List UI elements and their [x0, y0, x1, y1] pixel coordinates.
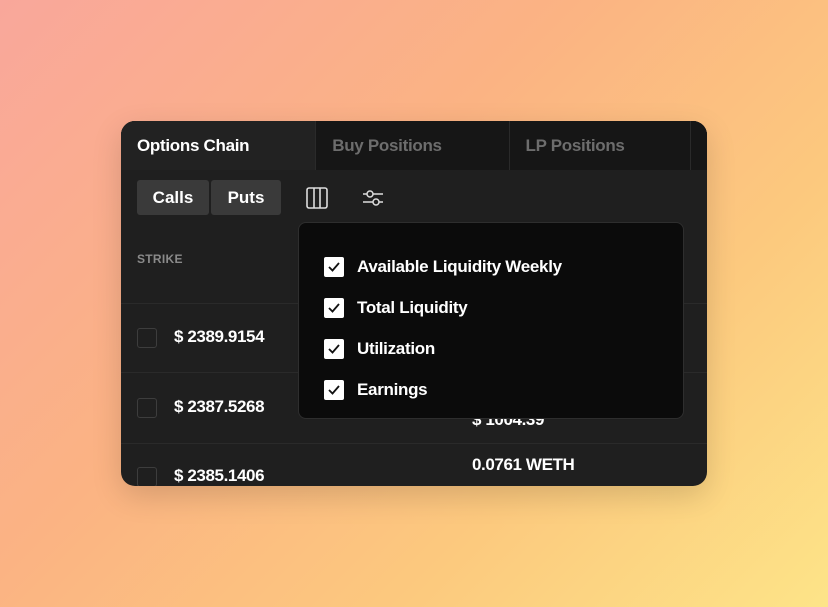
checkbox-checked-icon[interactable]: [324, 379, 344, 400]
row-value: 0.0761 WETH: [472, 455, 575, 474]
tab-lp-positions[interactable]: LP Positions: [508, 121, 690, 170]
menu-item-label: Earnings: [357, 379, 428, 399]
checkbox-checked-icon[interactable]: [324, 338, 344, 359]
sliders-icon[interactable]: [361, 186, 385, 210]
tab-options-chain[interactable]: Options Chain: [121, 121, 316, 170]
checkbox-checked-icon[interactable]: [324, 256, 344, 277]
strike-price: $ 2389.9154: [174, 327, 265, 346]
menu-item-total-liquidity[interactable]: Total Liquidity: [299, 287, 683, 328]
strike-price: $ 2387.5268: [174, 397, 265, 416]
checkbox-checked-icon[interactable]: [324, 297, 344, 318]
column-visibility-dropdown: Available Liquidity Weekly Total Liquidi…: [298, 222, 684, 419]
strike-price: $ 2385.1406: [174, 466, 265, 485]
options-panel: Options Chain Buy Positions LP Positions…: [121, 121, 707, 486]
strike-column-header: STRIKE: [137, 252, 183, 266]
calls-button[interactable]: Calls: [137, 180, 209, 215]
menu-item-earnings[interactable]: Earnings: [299, 369, 683, 410]
tab-bar-filler: [690, 121, 707, 170]
columns-icon[interactable]: [305, 186, 329, 210]
tab-buy-positions[interactable]: Buy Positions: [315, 121, 509, 170]
menu-item-utilization[interactable]: Utilization: [299, 328, 683, 369]
row-checkbox[interactable]: [137, 398, 157, 418]
menu-item-label: Utilization: [357, 338, 435, 358]
row-checkbox[interactable]: [137, 328, 157, 348]
menu-item-label: Total Liquidity: [357, 297, 468, 317]
tab-bar: Options Chain Buy Positions LP Positions: [121, 121, 707, 170]
divider: [121, 443, 707, 444]
puts-button[interactable]: Puts: [211, 180, 281, 215]
menu-item-label: Available Liquidity Weekly: [357, 256, 562, 276]
row-checkbox[interactable]: [137, 467, 157, 486]
menu-item-available-liquidity-weekly[interactable]: Available Liquidity Weekly: [299, 246, 683, 287]
